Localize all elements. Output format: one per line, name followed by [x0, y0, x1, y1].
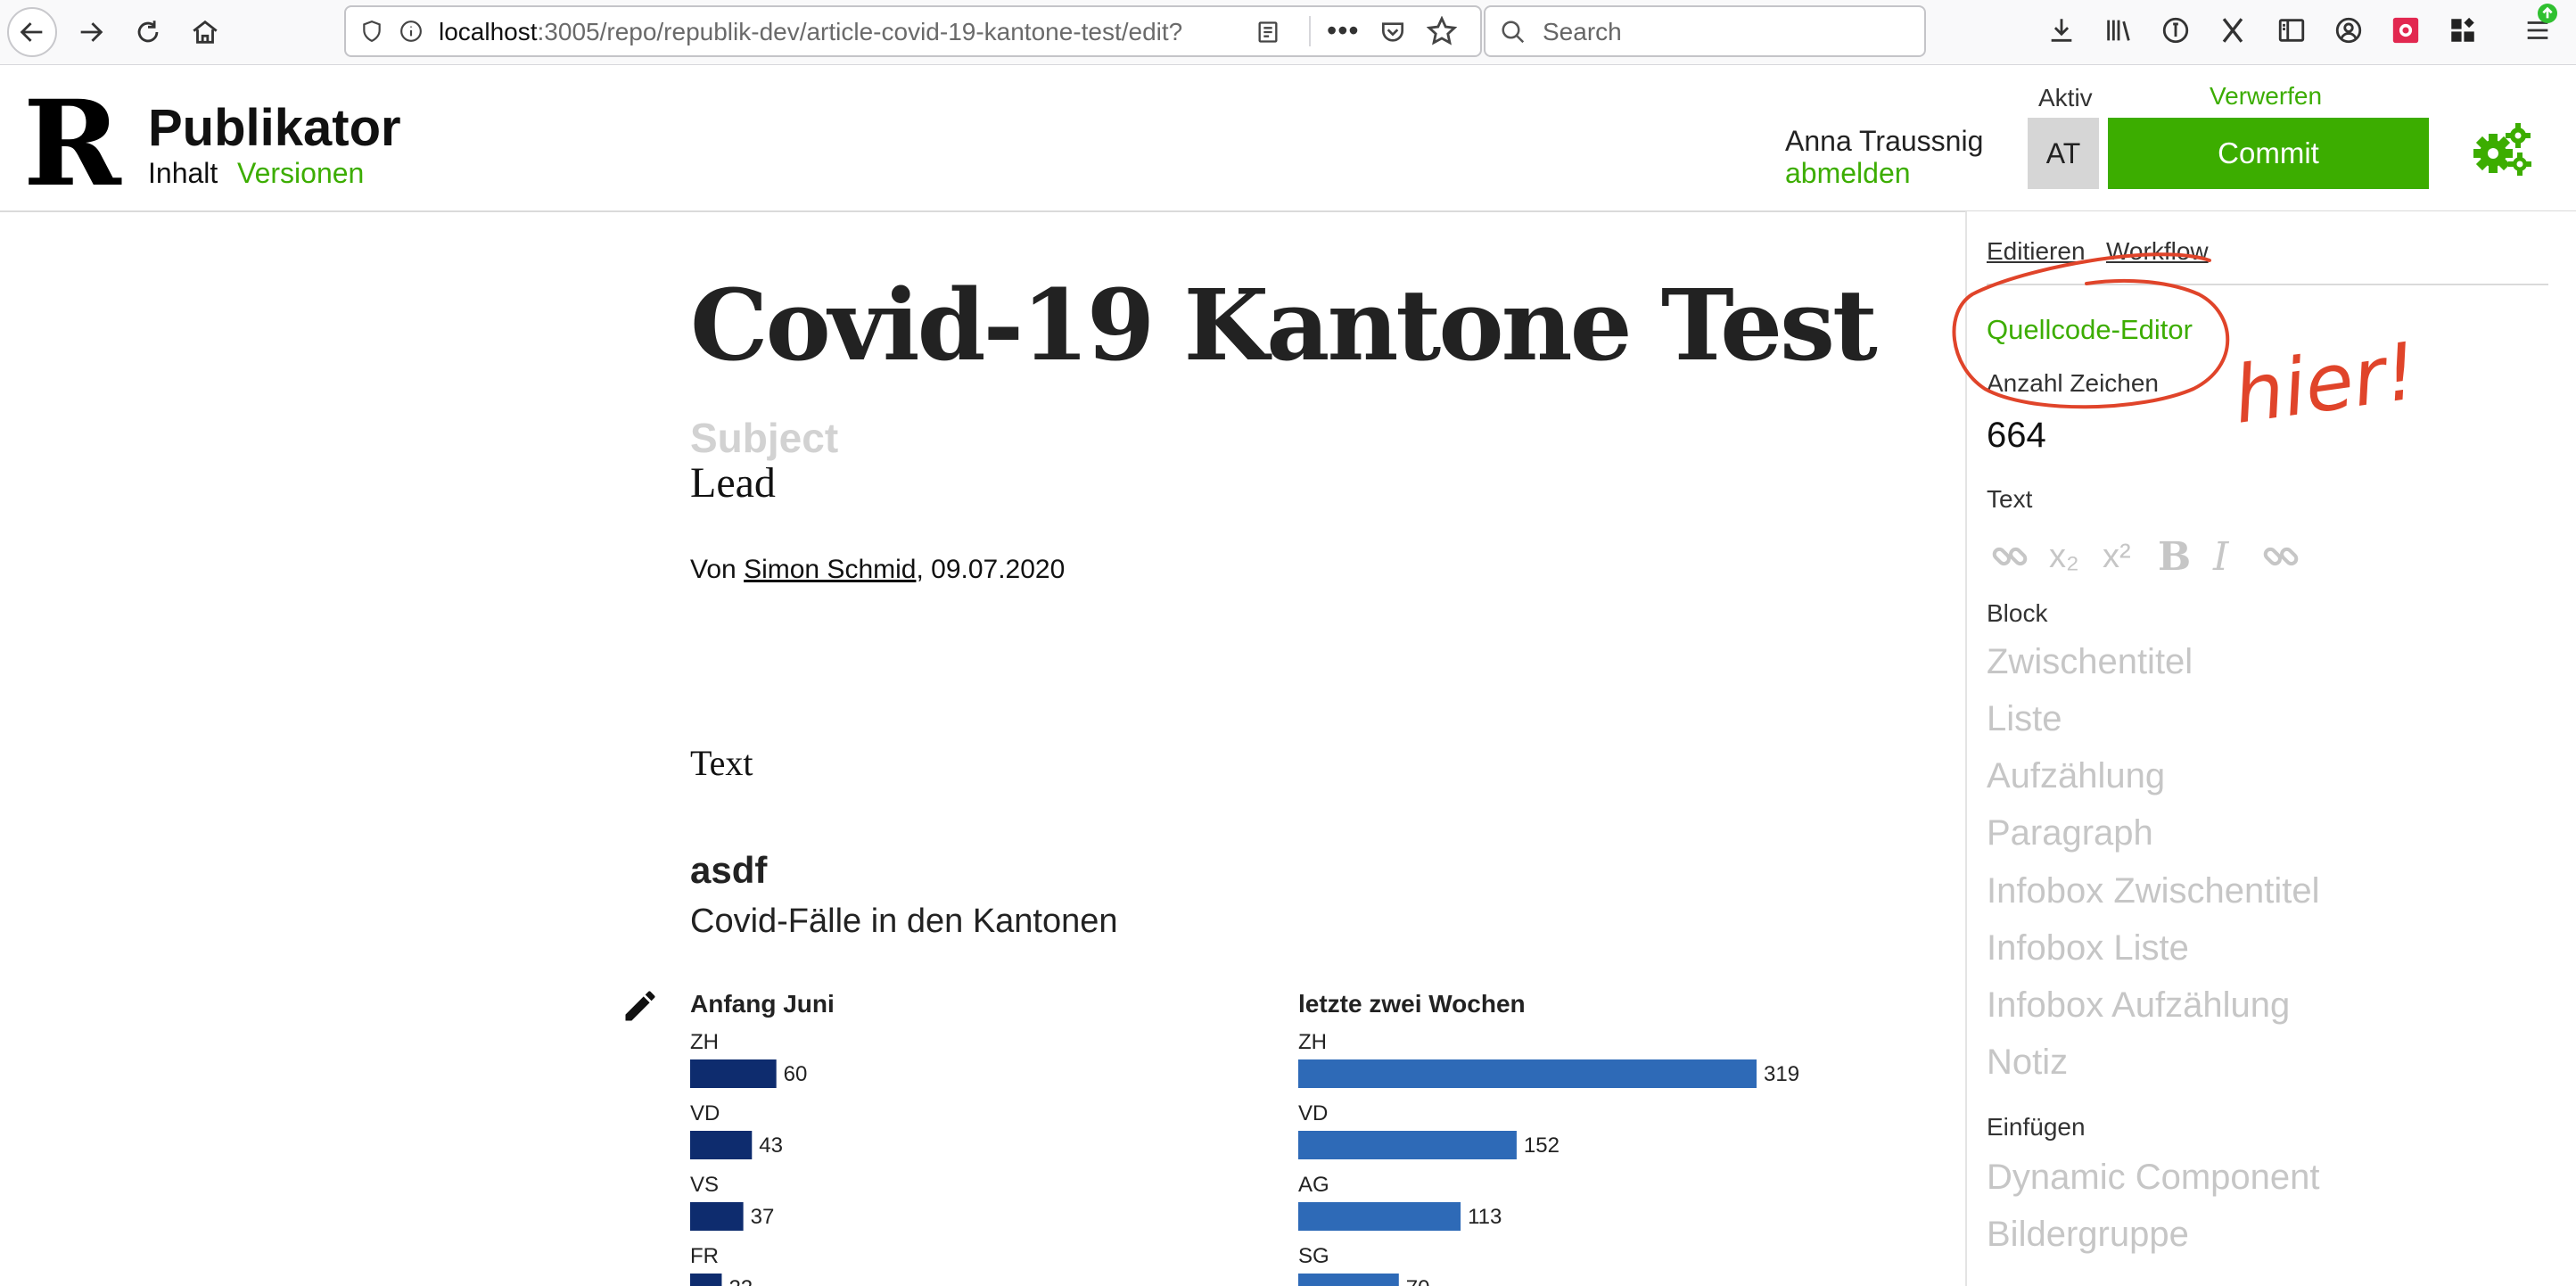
handwritten-annotation: hier!	[1952, 252, 2423, 441]
annotation-circle	[1952, 252, 2230, 409]
annotation-text: hier!	[2228, 325, 2423, 441]
